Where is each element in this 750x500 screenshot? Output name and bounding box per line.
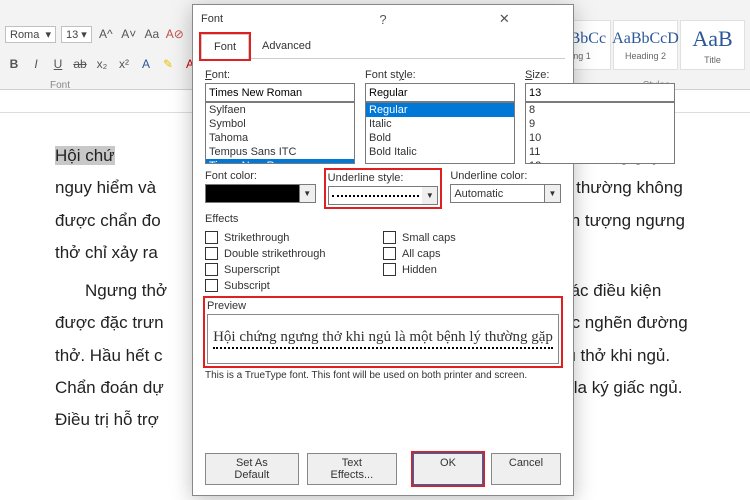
label-style: Font style: bbox=[365, 69, 515, 81]
preview-box: Hội chứng ngưng thở khi ngủ là một bệnh … bbox=[207, 314, 559, 364]
list-item[interactable]: Bold Italic bbox=[366, 145, 514, 159]
set-default-button[interactable]: Set As Default bbox=[205, 453, 299, 485]
text-effect-icon[interactable]: A bbox=[137, 55, 155, 73]
style-title[interactable]: AaBTitle bbox=[680, 20, 745, 70]
chevron-down-icon[interactable]: ▼ bbox=[545, 184, 561, 203]
list-item[interactable]: Italic bbox=[366, 117, 514, 131]
chk-all-caps[interactable]: All caps bbox=[383, 247, 561, 260]
size-list[interactable]: 8 9 10 11 12 bbox=[525, 102, 675, 164]
group-label-font: Font bbox=[50, 80, 70, 91]
close-button[interactable]: ✕ bbox=[444, 9, 565, 29]
style-list[interactable]: Regular Italic Bold Bold Italic bbox=[365, 102, 515, 164]
preview-label: Preview bbox=[207, 300, 559, 312]
clear-format-icon[interactable]: A⊘ bbox=[166, 25, 184, 43]
chk-superscript[interactable]: Superscript bbox=[205, 263, 383, 276]
underline-color-combo[interactable]: Automatic ▼ bbox=[450, 184, 561, 203]
font-color-combo[interactable]: ▼ bbox=[205, 184, 316, 203]
list-item[interactable]: 11 bbox=[526, 145, 674, 159]
chk-hidden[interactable]: Hidden bbox=[383, 263, 561, 276]
underline-style-combo[interactable]: ▼ bbox=[328, 186, 439, 205]
chk-subscript[interactable]: Subscript bbox=[205, 279, 383, 292]
dialog-title: Font bbox=[201, 13, 322, 25]
chevron-down-icon[interactable]: ▼ bbox=[300, 184, 316, 203]
font-dialog: Font ? ✕ Font Advanced Font: Sylfaen Sym… bbox=[192, 4, 574, 496]
chk-small-caps[interactable]: Small caps bbox=[383, 231, 561, 244]
effects-label: Effects bbox=[205, 213, 561, 225]
chk-double-strike[interactable]: Double strikethrough bbox=[205, 247, 383, 260]
label-font-color: Font color: bbox=[205, 170, 316, 182]
dialog-titlebar: Font ? ✕ bbox=[193, 5, 573, 33]
list-item[interactable]: Sylfaen bbox=[206, 103, 354, 117]
list-item[interactable]: 8 bbox=[526, 103, 674, 117]
styles-gallery[interactable]: AaBbCcding 1 AaBbCcDHeading 2 AaBTitle bbox=[546, 20, 745, 70]
grow-font-icon[interactable]: A^ bbox=[97, 25, 115, 43]
list-item-selected[interactable]: Regular bbox=[366, 103, 514, 117]
tab-font[interactable]: Font bbox=[201, 34, 249, 59]
style-heading2[interactable]: AaBbCcDHeading 2 bbox=[613, 20, 678, 70]
preview-text: Hội chứng ngưng thở khi ngủ là một bệnh … bbox=[213, 329, 553, 349]
ok-button[interactable]: OK bbox=[413, 453, 483, 485]
label-font: Font: bbox=[205, 69, 355, 81]
help-button[interactable]: ? bbox=[322, 9, 443, 29]
list-item[interactable]: Tempus Sans ITC bbox=[206, 145, 354, 159]
list-item[interactable]: Bold bbox=[366, 131, 514, 145]
underline-color-value: Automatic bbox=[450, 184, 545, 203]
chk-strikethrough[interactable]: Strikethrough bbox=[205, 231, 383, 244]
dialog-tabs: Font Advanced bbox=[201, 33, 565, 59]
change-case-icon[interactable]: Aa bbox=[143, 25, 161, 43]
list-item[interactable]: 10 bbox=[526, 131, 674, 145]
list-item[interactable]: 12 bbox=[526, 159, 674, 164]
font-input[interactable] bbox=[205, 83, 355, 102]
size-input[interactable] bbox=[525, 83, 675, 102]
style-input[interactable] bbox=[365, 83, 515, 102]
tab-advanced[interactable]: Advanced bbox=[249, 33, 324, 58]
font-list[interactable]: Sylfaen Symbol Tahoma Tempus Sans ITC Ti… bbox=[205, 102, 355, 164]
subscript-icon[interactable]: x₂ bbox=[93, 55, 111, 73]
label-underline-style: Underline style: bbox=[328, 172, 439, 184]
bold-icon[interactable]: B bbox=[5, 55, 23, 73]
list-item-selected[interactable]: Times New Roman bbox=[206, 159, 354, 164]
italic-icon[interactable]: I bbox=[27, 55, 45, 73]
superscript-icon[interactable]: x² bbox=[115, 55, 133, 73]
list-item[interactable]: 9 bbox=[526, 117, 674, 131]
list-item[interactable]: Symbol bbox=[206, 117, 354, 131]
font-size-select[interactable]: 13 ▾ bbox=[61, 26, 92, 43]
list-item[interactable]: Tahoma bbox=[206, 131, 354, 145]
chevron-down-icon[interactable]: ▼ bbox=[422, 186, 438, 205]
label-size: Size: bbox=[525, 69, 675, 81]
color-swatch bbox=[205, 184, 300, 203]
highlight-icon[interactable]: ✎ bbox=[159, 55, 177, 73]
font-hint: This is a TrueType font. This font will … bbox=[205, 370, 561, 381]
underline-sample bbox=[328, 186, 423, 205]
label-underline-color: Underline color: bbox=[450, 170, 561, 182]
shrink-font-icon[interactable]: A˅ bbox=[120, 25, 138, 43]
cancel-button[interactable]: Cancel bbox=[491, 453, 561, 485]
underline-icon[interactable]: U bbox=[49, 55, 67, 73]
font-name-select[interactable]: Roma ▾ bbox=[5, 26, 56, 43]
text-effects-button[interactable]: Text Effects... bbox=[307, 453, 397, 485]
selected-text: Hội chứ bbox=[55, 146, 115, 165]
strike-icon[interactable]: ab bbox=[71, 55, 89, 73]
